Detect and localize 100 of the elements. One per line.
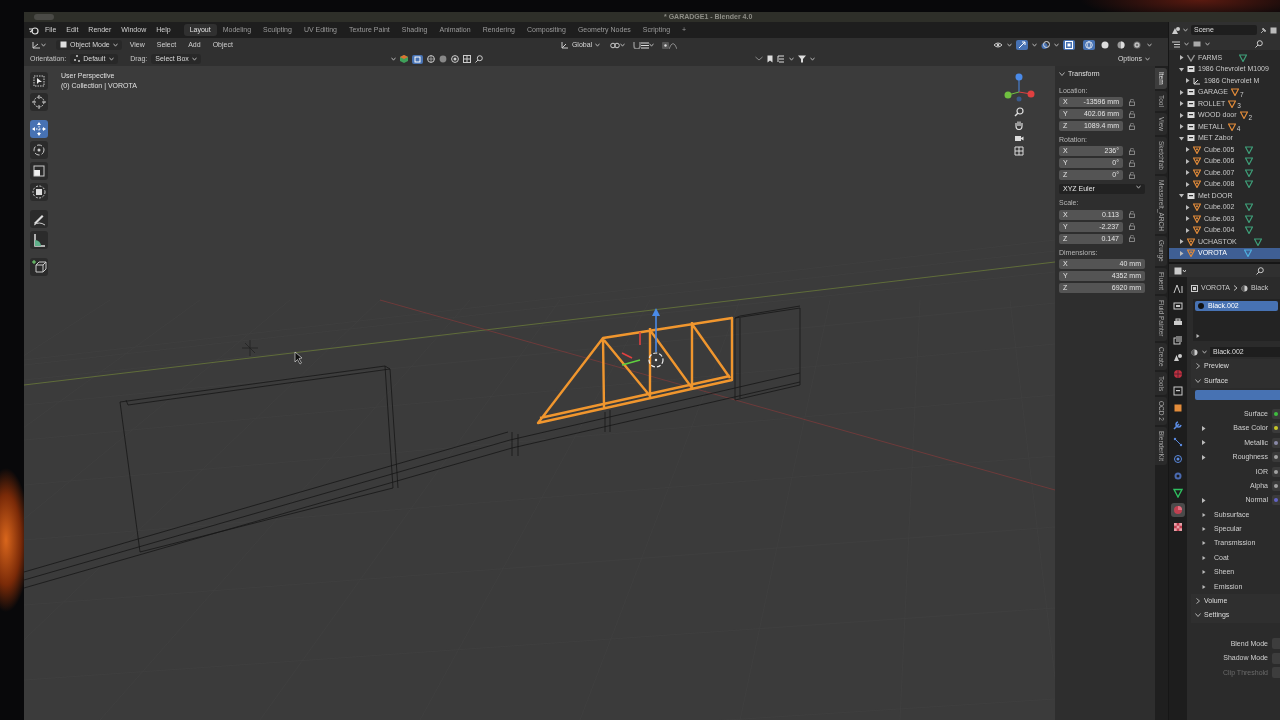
properties-editor-icon[interactable] [1174,266,1186,275]
properties-tab[interactable] [1171,486,1185,500]
collapsed-arrow-icon[interactable] [1185,158,1190,164]
tool-button[interactable] [30,258,48,276]
caret-icon [1145,57,1150,61]
grid-icon[interactable] [462,55,471,63]
globe-icon[interactable] [426,55,435,63]
list-icon[interactable] [1172,40,1180,48]
tool-button[interactable] [30,231,48,249]
socket-field[interactable] [1272,452,1280,463]
zoom-icon[interactable] [1014,107,1024,117]
socket-field[interactable] [1272,437,1280,448]
lock-icon[interactable] [1129,235,1136,243]
chevron-down-icon[interactable] [1195,377,1201,384]
material-ball-icon [1198,303,1204,309]
expanded-arrow-icon[interactable] [1179,193,1184,199]
socket-field[interactable] [1272,466,1280,477]
navigation-gizmo-icon[interactable] [1003,72,1035,104]
collapsed-arrow-icon[interactable] [1179,101,1184,107]
scene-icon[interactable] [1172,26,1180,34]
lock-icon[interactable] [1129,98,1136,106]
shading-button[interactable] [1115,40,1127,50]
proportional-button[interactable] [660,40,680,50]
lock-icon[interactable] [1129,211,1136,219]
material-browse-button[interactable] [1191,348,1207,356]
socket-field[interactable] [1272,423,1280,434]
chevron-right-icon[interactable] [1195,363,1201,370]
overlay-icon[interactable] [1041,40,1050,50]
select-mode-button[interactable] [411,54,423,64]
collapsed-arrow-icon[interactable] [1179,112,1184,118]
socket-field[interactable] [1272,480,1280,491]
properties-tab[interactable] [1171,520,1185,534]
search-icon[interactable] [474,55,483,63]
collapsed-arrow-icon[interactable] [1179,89,1184,95]
tool-button[interactable] [30,141,48,159]
visibility-icon[interactable] [993,41,1003,49]
mesh-data-icon[interactable] [1239,53,1248,62]
shading-button[interactable] [1131,40,1143,50]
pivot-button[interactable] [608,40,628,50]
orbit-icon [1173,454,1183,464]
collapsed-arrow-icon[interactable] [1185,170,1190,176]
properties-tab[interactable] [1171,435,1185,449]
expanded-arrow-icon[interactable] [1179,135,1184,141]
collapsed-arrow-icon[interactable] [1185,78,1190,84]
tool-button[interactable] [30,93,48,111]
bookmark-icon[interactable] [766,55,773,63]
collapsed-arrow-icon[interactable] [1185,147,1190,153]
collapsed-arrow-icon[interactable] [1185,216,1190,222]
hand-icon[interactable] [1014,120,1024,130]
axes-icon [32,41,41,49]
move-gizmo-icon[interactable] [621,308,660,366]
lock-icon[interactable] [1129,147,1136,155]
collapsed-arrow-icon[interactable] [1201,454,1206,460]
collapsed-arrow-icon[interactable] [1185,181,1190,187]
lock-icon[interactable] [1129,110,1136,118]
blender-logo-icon[interactable] [28,25,40,35]
lock-icon[interactable] [1129,223,1136,231]
snap-button[interactable] [631,40,657,50]
camera-icon[interactable] [1014,133,1024,143]
wireframe-sphere-icon [1085,41,1093,49]
collapsed-arrow-icon[interactable] [1179,124,1184,130]
chevron-down-icon[interactable] [1195,612,1201,619]
collapsed-arrow-icon[interactable] [1185,204,1190,210]
xray-toggle[interactable] [1063,40,1075,50]
editor-type-button[interactable] [30,40,48,50]
properties-tab[interactable] [1171,418,1185,432]
collapsed-arrow-icon[interactable] [1179,239,1184,245]
tool-button[interactable] [30,210,48,228]
tool-button[interactable] [30,183,48,201]
gizmo-toggle[interactable] [1016,40,1028,50]
lock-icon[interactable] [1129,171,1136,179]
expanded-arrow-icon[interactable] [1179,66,1184,72]
socket-field[interactable] [1272,495,1280,506]
lock-icon[interactable] [1129,122,1136,130]
magnet-icon [633,41,642,49]
tool-button[interactable] [30,162,48,180]
search-icon[interactable] [1255,40,1263,48]
properties-tab[interactable] [1171,384,1185,398]
search-icon[interactable] [1256,266,1264,275]
pin-icon[interactable] [1260,26,1267,34]
collapsed-arrow-icon[interactable] [1196,334,1200,338]
shading-button[interactable] [1083,40,1095,50]
collapsed-arrow-icon[interactable] [1179,55,1184,61]
shading-button[interactable] [1099,40,1111,50]
sphere-icon [1241,284,1249,292]
axes-icon [1193,76,1201,85]
collapsed-arrow-icon[interactable] [1185,227,1190,233]
collapsed-arrow-icon[interactable] [1201,440,1206,446]
chevron-right-icon[interactable] [1195,598,1201,605]
shader-node-field[interactable] [1195,389,1280,400]
chevron-down-icon[interactable] [1059,71,1065,77]
tree-icon[interactable] [776,55,785,63]
gate-wireframe[interactable] [536,316,734,425]
tool-button[interactable] [30,120,48,138]
tool-button[interactable] [30,72,48,90]
collapsed-arrow-icon[interactable] [1201,497,1206,503]
grid-icon[interactable] [1014,146,1024,156]
socket-field[interactable] [1272,408,1280,419]
collapsed-arrow-icon[interactable] [1201,425,1206,431]
lock-icon[interactable] [1129,159,1136,167]
